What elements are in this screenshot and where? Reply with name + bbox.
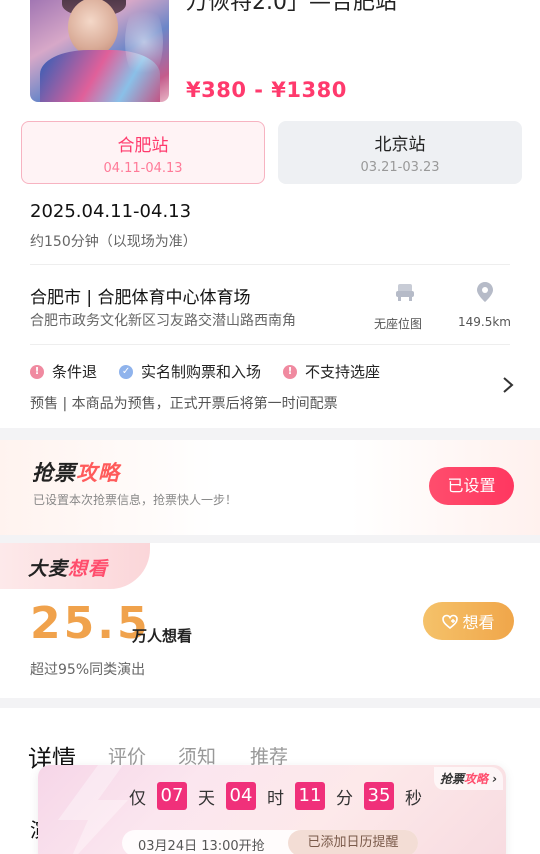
venue-name[interactable]: 合肥市 | 合肥体育中心体育场 xyxy=(30,283,251,308)
countdown-minutes: 11 xyxy=(295,782,325,810)
countdown-seconds: 35 xyxy=(364,782,394,810)
tag-refund: ! 条件退 xyxy=(30,361,97,382)
policy-tags[interactable]: ! 条件退 ✓ 实名制购票和入场 ! 不支持选座 xyxy=(30,361,402,382)
want-tag: 大麦想看 xyxy=(28,558,109,580)
alert-icon: ! xyxy=(283,364,298,379)
countdown-days: 07 xyxy=(157,782,187,810)
start-time: 03月24日 13:00开抢 xyxy=(138,839,265,854)
grab-strategy-subtitle: 已设置本次抢票信息，抢票快人一步！ xyxy=(33,493,238,507)
countdown-hours: 04 xyxy=(226,782,256,810)
grab-set-button[interactable]: 已设置 xyxy=(429,467,514,505)
armchair-icon[interactable] xyxy=(394,281,416,303)
station-beijing[interactable]: 北京站 03.21-03.23 xyxy=(278,121,522,184)
want-unit: 万人想看 xyxy=(132,627,193,645)
station-name: 合肥站 xyxy=(117,136,169,156)
grab-strategy-title: 抢票攻略 xyxy=(32,461,120,485)
map-pin-icon[interactable] xyxy=(474,281,496,303)
divider xyxy=(30,264,510,265)
tag-real-name: ✓ 实名制购票和入场 xyxy=(119,361,261,382)
countdown-label[interactable]: 抢票攻略 › xyxy=(434,767,504,790)
station-name: 北京站 xyxy=(374,135,426,155)
distance-label[interactable]: 149.5km xyxy=(458,315,511,329)
presale-note: 预售 | 本商品为预售，正式开票后将第一时间配票 xyxy=(30,396,338,412)
alert-icon: ! xyxy=(30,364,44,379)
tag-no-seat-select: ! 不支持选座 xyxy=(283,361,380,382)
chevron-right-icon[interactable] xyxy=(502,376,514,394)
station-dates: 04.11-04.13 xyxy=(103,161,183,176)
check-icon: ✓ xyxy=(119,364,134,379)
divider xyxy=(30,344,510,345)
want-button[interactable]: 想看 xyxy=(423,602,514,640)
event-title: 万恢特2.0」—合肥站 xyxy=(186,0,397,15)
station-hefei[interactable]: 合肥站 04.11-04.13 xyxy=(21,121,265,184)
show-date: 2025.04.11-04.13 xyxy=(30,201,192,222)
event-poster[interactable] xyxy=(30,0,169,102)
station-dates: 03.21-03.23 xyxy=(360,160,440,175)
countdown-timer: 仅 07 天 04 时 11 分 35 秒 xyxy=(128,782,423,810)
want-desc: 超过95%同类演出 xyxy=(30,662,146,678)
calendar-reminder-button[interactable]: 已添加日历提醒 xyxy=(288,830,418,854)
seat-map-label[interactable]: 无座位图 xyxy=(374,315,422,332)
venue-address: 合肥市政务文化新区习友路交潜山路西南角 xyxy=(30,313,296,329)
heart-plus-icon xyxy=(442,614,459,629)
show-duration: 约150分钟（以现场为准） xyxy=(30,234,197,250)
price-range: ¥380 - ¥1380 xyxy=(186,78,347,102)
